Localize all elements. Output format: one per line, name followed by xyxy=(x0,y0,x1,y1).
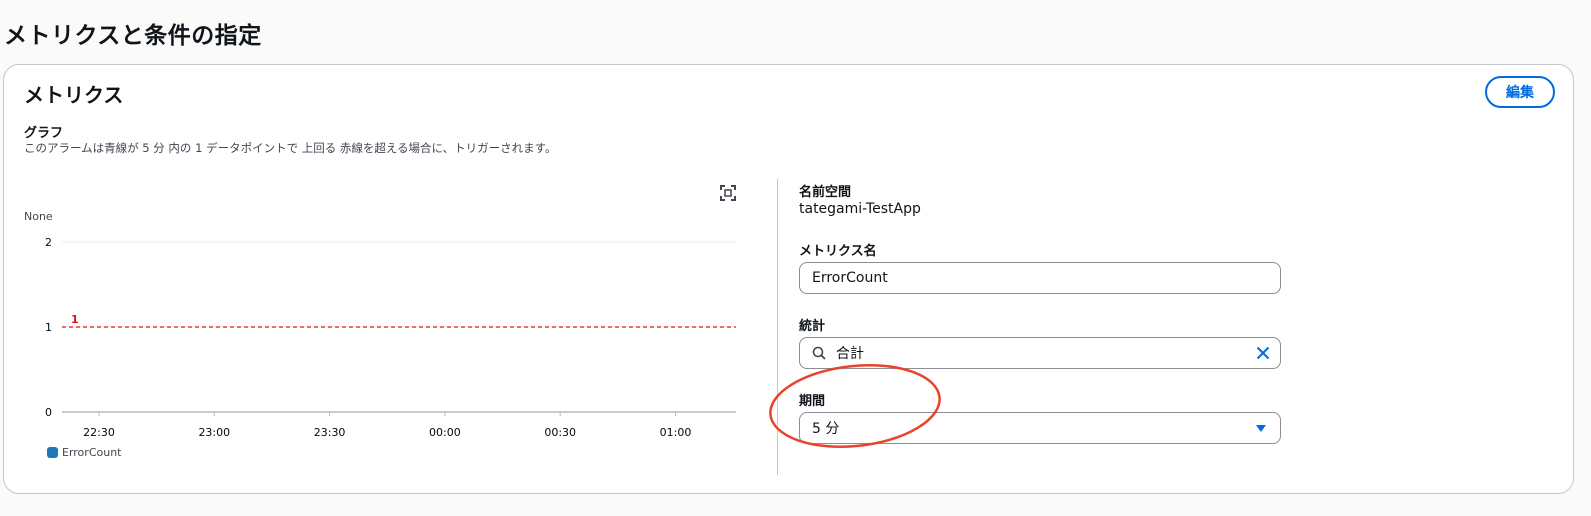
page-title: メトリクスと条件の指定 xyxy=(4,23,262,49)
legend-swatch xyxy=(47,447,58,458)
close-icon[interactable] xyxy=(1256,346,1270,360)
graph-description: このアラームは青線が 5 分 内の 1 データポイントで 上回る 赤線を超える場… xyxy=(24,141,557,155)
period-value: 5 分 xyxy=(812,421,840,437)
statistic-label: 統計 xyxy=(799,319,826,334)
caret-down-icon xyxy=(1256,425,1266,432)
legend-label: ErrorCount xyxy=(62,446,122,459)
statistic-search-input[interactable]: 合計 xyxy=(799,337,1281,369)
vertical-divider xyxy=(777,179,778,475)
y-tick-label: 1 xyxy=(45,321,52,334)
search-icon xyxy=(812,346,826,360)
metric-name-field[interactable]: ErrorCount xyxy=(799,262,1281,294)
x-tick-label: 00:00 xyxy=(429,426,461,439)
metrics-card: メトリクス 編集 グラフ このアラームは青線が 5 分 内の 1 データポイント… xyxy=(3,64,1574,494)
card-title: メトリクス xyxy=(24,83,124,107)
metric-name-value: ErrorCount xyxy=(812,270,888,286)
chart-legend: ErrorCount xyxy=(47,446,121,459)
x-tick-label: 22:30 xyxy=(83,426,115,439)
namespace-label: 名前空間 xyxy=(799,185,852,200)
x-tick-label: 00:30 xyxy=(544,426,576,439)
y-tick-label: 2 xyxy=(45,236,52,249)
metric-name-label: メトリクス名 xyxy=(799,244,877,259)
x-tick-label: 23:30 xyxy=(314,426,346,439)
y-axis-label: None xyxy=(24,210,53,223)
period-select[interactable]: 5 分 xyxy=(799,412,1281,444)
edit-button[interactable]: 編集 xyxy=(1485,76,1555,108)
statistic-value: 合計 xyxy=(836,346,864,362)
namespace-value: tategami-TestApp xyxy=(799,201,921,217)
period-label: 期間 xyxy=(799,394,826,409)
graph-label: グラフ xyxy=(24,126,64,141)
expand-icon[interactable] xyxy=(720,185,736,201)
metric-chart: None 2 1 0 22:30 23:00 23:30 00:00 00:30 01:00 1 xyxy=(24,210,736,439)
x-tick-label: 01:00 xyxy=(660,426,692,439)
threshold-label: 1 xyxy=(71,313,79,326)
x-tick-label: 23:00 xyxy=(198,426,230,439)
y-tick-label: 0 xyxy=(45,406,52,419)
